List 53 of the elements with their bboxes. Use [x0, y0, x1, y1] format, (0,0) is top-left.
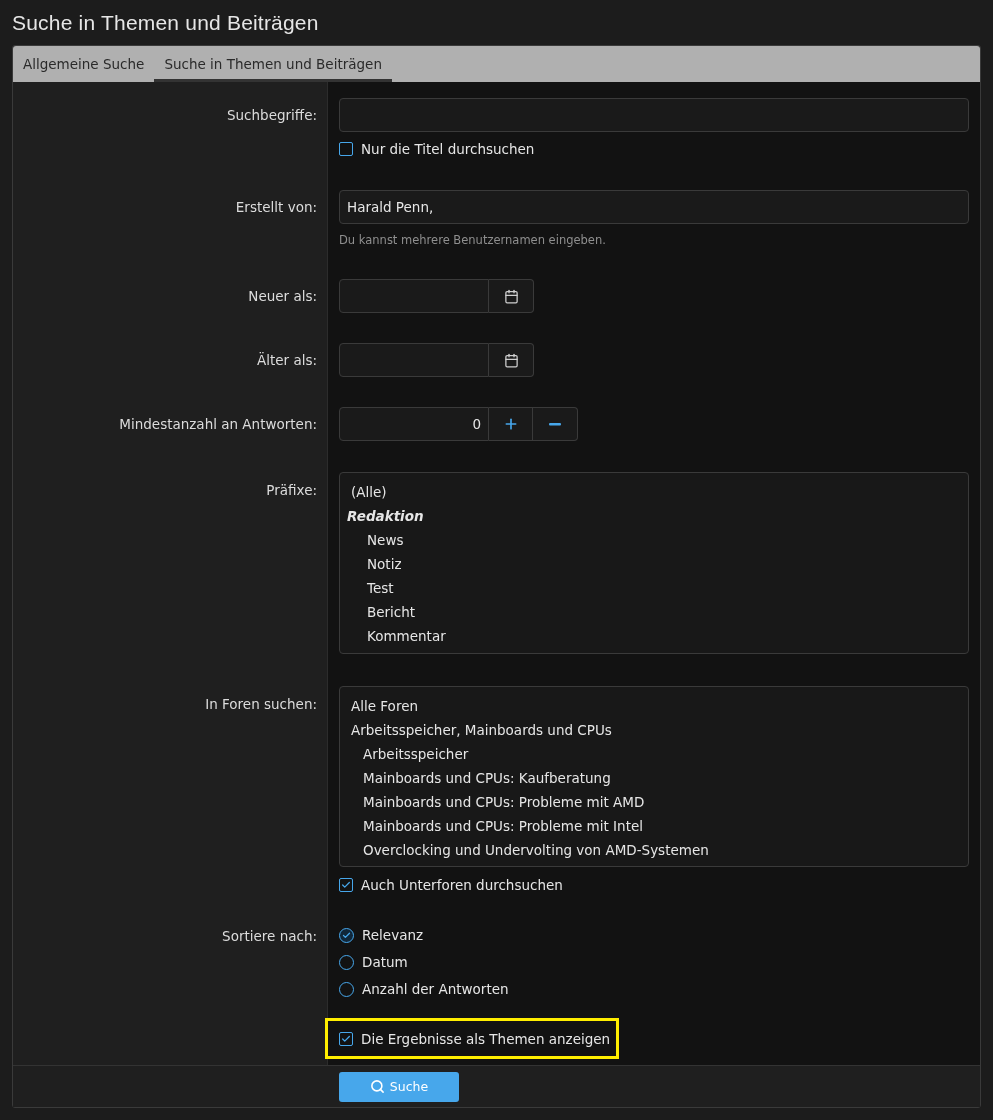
tab[interactable]: Allgemeine Suche — [13, 46, 155, 82]
page-title: Suche in Themen und Beiträgen — [12, 9, 320, 36]
checkbox-label: Auch Unterforen durchsuchen — [361, 877, 563, 893]
list-option[interactable]: Alle Foren — [340, 694, 968, 718]
list-box[interactable] — [339, 686, 969, 867]
field-label: Älter als: — [256, 351, 317, 370]
field-label: Sortiere nach: — [222, 927, 317, 945]
list-option[interactable]: Mainboards und CPUs: Kaufberatung — [340, 766, 968, 790]
calendar-icon — [503, 288, 519, 304]
date-field[interactable] — [339, 343, 489, 377]
checkbox-label: Nur die Titel durchsuchen — [361, 141, 535, 157]
list-option[interactable]: Mainboards und CPUs: Probleme mit Intel — [340, 814, 968, 838]
list-group-heading: Redaktion — [346, 507, 425, 526]
text-field[interactable] — [339, 98, 969, 132]
list-option[interactable]: (Alle) — [340, 480, 968, 504]
list-option[interactable]: Mainboards und CPUs: Probleme mit AMD — [340, 790, 968, 814]
checkbox[interactable] — [339, 1031, 353, 1046]
decrement-button[interactable] — [533, 407, 578, 441]
list-box[interactable]: (Alle) Redaktion News Notiz Test Bericht Kommentar — [339, 472, 969, 654]
list-option[interactable]: Kommentar — [340, 624, 968, 648]
list-option[interactable]: Arbeitsspeicher, Mainboards und CPUs — [340, 718, 968, 742]
calendar-button[interactable] — [489, 343, 534, 377]
date-field[interactable] — [339, 279, 489, 313]
field-label: Neuer als: — [248, 287, 317, 306]
hint-text: Du kannst mehrere Benutzernamen eingeben. — [339, 232, 607, 248]
calendar-button[interactable] — [489, 279, 534, 313]
radio-label: Relevanz — [362, 927, 424, 943]
radio-label: Datum — [362, 954, 408, 970]
field-label: In Foren suchen: — [205, 695, 317, 714]
field-label: Erstellt von: — [235, 198, 317, 217]
check-icon — [341, 1033, 351, 1044]
field-label: Mindestanzahl an Antworten: — [119, 415, 317, 434]
check-icon — [342, 930, 351, 940]
increment-button[interactable] — [489, 407, 533, 441]
search-icon — [369, 1079, 385, 1094]
field-label: Suchbegriffe: — [227, 106, 317, 125]
checkbox[interactable] — [339, 878, 353, 892]
number-field[interactable]: 0 — [339, 407, 489, 441]
radio-button[interactable] — [339, 927, 354, 943]
checkbox[interactable] — [339, 142, 353, 156]
text-field[interactable]: Harald Penn, — [339, 190, 969, 224]
list-option[interactable]: Notiz — [340, 552, 968, 576]
list-option[interactable]: Overclocking und Undervolting von AMD-Systemen — [340, 838, 968, 862]
checkbox-label: Die Ergebnisse als Themen anzeigen — [361, 1030, 611, 1047]
radio-label: Anzahl der Antworten — [362, 981, 509, 997]
list-option[interactable]: Arbeitsspeicher — [340, 742, 968, 766]
list-option[interactable]: News — [340, 528, 968, 552]
minus-icon — [549, 422, 561, 426]
calendar-icon — [503, 352, 519, 368]
check-icon — [341, 880, 351, 890]
list-option[interactable]: Bericht — [340, 600, 968, 624]
field-label: Präfixe: — [266, 481, 317, 500]
list-option[interactable]: Test — [340, 576, 968, 600]
